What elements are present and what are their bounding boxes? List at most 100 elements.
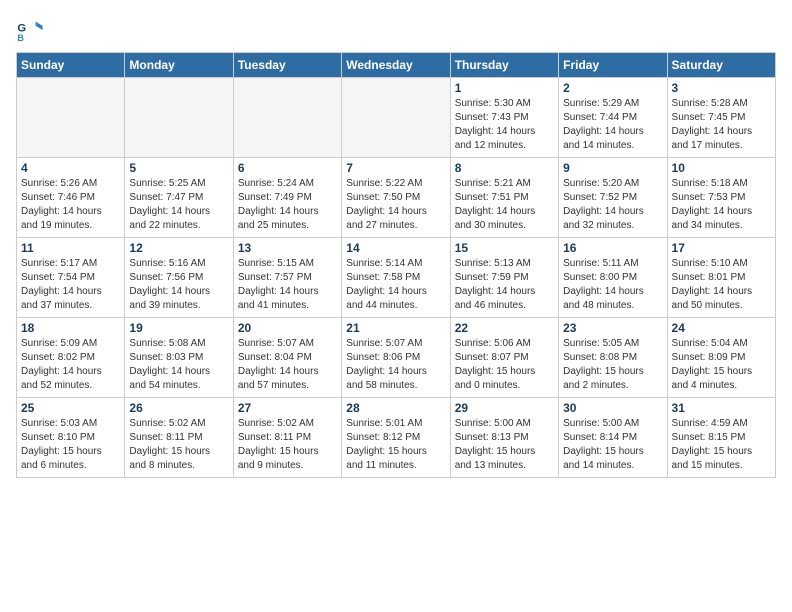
day-info: Sunrise: 5:25 AMSunset: 7:47 PMDaylight:… <box>129 177 228 233</box>
day-number: 25 <box>21 401 120 415</box>
day-info: Sunrise: 5:18 AMSunset: 7:53 PMDaylight:… <box>672 177 771 233</box>
day-header-saturday: Saturday <box>667 53 775 78</box>
day-header-friday: Friday <box>559 53 667 78</box>
day-cell: 22 Sunrise: 5:06 AMSunset: 8:07 PMDayligh… <box>450 318 558 398</box>
day-cell: 23 Sunrise: 5:05 AMSunset: 8:08 PMDayligh… <box>559 318 667 398</box>
day-cell: 10 Sunrise: 5:18 AMSunset: 7:53 PMDayligh… <box>667 158 775 238</box>
day-cell: 4Sunrise: 5:26 AMSunset: 7:46 PMDaylight… <box>17 158 125 238</box>
day-cell: 31Sunrise: 4:59 AMSunset: 8:15 PMDayligh… <box>667 398 775 478</box>
day-cell: 8 Sunrise: 5:21 AMSunset: 7:51 PMDaylight… <box>450 158 558 238</box>
day-info: Sunrise: 5:01 AMSunset: 8:12 PMDaylight:… <box>346 417 445 473</box>
day-number: 27 <box>238 401 337 415</box>
day-cell: 3 Sunrise: 5:28 AMSunset: 7:45 PMDaylight… <box>667 78 775 158</box>
day-number: 11 <box>21 241 120 255</box>
day-info: Sunrise: 5:06 AMSunset: 8:07 PMDaylight:… <box>455 337 554 393</box>
day-number: 8 <box>455 161 554 175</box>
day-cell: 2Sunrise: 5:29 AMSunset: 7:44 PMDaylight… <box>559 78 667 158</box>
day-cell: 30 Sunrise: 5:00 AMSunset: 8:14 PMDayligh… <box>559 398 667 478</box>
day-cell: 7 Sunrise: 5:22 AMSunset: 7:50 PMDaylight… <box>342 158 450 238</box>
day-info: Sunrise: 5:29 AMSunset: 7:44 PMDaylight:… <box>563 97 662 153</box>
day-cell: 20 Sunrise: 5:07 AMSunset: 8:04 PMDayligh… <box>233 318 341 398</box>
day-cell: 29 Sunrise: 5:00 AMSunset: 8:13 PMDayligh… <box>450 398 558 478</box>
day-info: Sunrise: 5:00 AMSunset: 8:13 PMDaylight:… <box>455 417 554 473</box>
day-number: 10 <box>672 161 771 175</box>
day-number: 23 <box>563 321 662 335</box>
day-number: 15 <box>455 241 554 255</box>
calendar-header-row: SundayMondayTuesdayWednesdayThursdayFrid… <box>17 53 776 78</box>
day-cell: 13Sunrise: 5:15 AMSunset: 7:57 PMDayligh… <box>233 238 341 318</box>
day-info: Sunrise: 5:00 AMSunset: 8:14 PMDaylight:… <box>563 417 662 473</box>
day-number: 1 <box>455 81 554 95</box>
day-info: Sunrise: 5:11 AMSunset: 8:00 PMDaylight:… <box>563 257 662 313</box>
day-cell: 25Sunrise: 5:03 AMSunset: 8:10 PMDayligh… <box>17 398 125 478</box>
day-number: 22 <box>455 321 554 335</box>
day-number: 12 <box>129 241 228 255</box>
day-info: Sunrise: 5:14 AMSunset: 7:58 PMDaylight:… <box>346 257 445 313</box>
day-number: 30 <box>563 401 662 415</box>
day-cell: 18 Sunrise: 5:09 AMSunset: 8:02 PMDayligh… <box>17 318 125 398</box>
week-row-2: 4Sunrise: 5:26 AMSunset: 7:46 PMDaylight… <box>17 158 776 238</box>
day-number: 7 <box>346 161 445 175</box>
day-info: Sunrise: 5:17 AMSunset: 7:54 PMDaylight:… <box>21 257 120 313</box>
day-info: Sunrise: 5:22 AMSunset: 7:50 PMDaylight:… <box>346 177 445 233</box>
day-cell: 15 Sunrise: 5:13 AMSunset: 7:59 PMDayligh… <box>450 238 558 318</box>
day-cell: 19 Sunrise: 5:08 AMSunset: 8:03 PMDayligh… <box>125 318 233 398</box>
day-info: Sunrise: 5:09 AMSunset: 8:02 PMDaylight:… <box>21 337 120 393</box>
day-cell <box>233 78 341 158</box>
logo-icon: G B <box>16 16 44 44</box>
day-info: Sunrise: 5:07 AMSunset: 8:06 PMDaylight:… <box>346 337 445 393</box>
svg-text:B: B <box>17 33 24 43</box>
day-cell: 16 Sunrise: 5:11 AMSunset: 8:00 PMDayligh… <box>559 238 667 318</box>
day-cell: 6 Sunrise: 5:24 AMSunset: 7:49 PMDaylight… <box>233 158 341 238</box>
day-cell <box>17 78 125 158</box>
day-header-monday: Monday <box>125 53 233 78</box>
week-row-5: 25Sunrise: 5:03 AMSunset: 8:10 PMDayligh… <box>17 398 776 478</box>
day-number: 21 <box>346 321 445 335</box>
week-row-1: 1 Sunrise: 5:30 AMSunset: 7:43 PMDaylight… <box>17 78 776 158</box>
day-info: Sunrise: 5:26 AMSunset: 7:46 PMDaylight:… <box>21 177 120 233</box>
day-info: Sunrise: 5:10 AMSunset: 8:01 PMDaylight:… <box>672 257 771 313</box>
day-info: Sunrise: 5:16 AMSunset: 7:56 PMDaylight:… <box>129 257 228 313</box>
day-info: Sunrise: 5:21 AMSunset: 7:51 PMDaylight:… <box>455 177 554 233</box>
day-number: 14 <box>346 241 445 255</box>
day-info: Sunrise: 5:20 AMSunset: 7:52 PMDaylight:… <box>563 177 662 233</box>
day-number: 29 <box>455 401 554 415</box>
day-cell: 28 Sunrise: 5:01 AMSunset: 8:12 PMDayligh… <box>342 398 450 478</box>
day-info: Sunrise: 5:05 AMSunset: 8:08 PMDaylight:… <box>563 337 662 393</box>
day-number: 9 <box>563 161 662 175</box>
day-number: 18 <box>21 321 120 335</box>
day-cell: 27 Sunrise: 5:02 AMSunset: 8:11 PMDayligh… <box>233 398 341 478</box>
calendar-body: 1 Sunrise: 5:30 AMSunset: 7:43 PMDaylight… <box>17 78 776 478</box>
day-info: Sunrise: 5:07 AMSunset: 8:04 PMDaylight:… <box>238 337 337 393</box>
logo: G B <box>16 16 46 44</box>
day-cell: 14 Sunrise: 5:14 AMSunset: 7:58 PMDayligh… <box>342 238 450 318</box>
day-info: Sunrise: 5:04 AMSunset: 8:09 PMDaylight:… <box>672 337 771 393</box>
day-info: Sunrise: 5:30 AMSunset: 7:43 PMDaylight:… <box>455 97 554 153</box>
day-info: Sunrise: 5:02 AMSunset: 8:11 PMDaylight:… <box>238 417 337 473</box>
day-info: Sunrise: 5:13 AMSunset: 7:59 PMDaylight:… <box>455 257 554 313</box>
day-number: 19 <box>129 321 228 335</box>
day-info: Sunrise: 5:28 AMSunset: 7:45 PMDaylight:… <box>672 97 771 153</box>
day-cell: 11 Sunrise: 5:17 AMSunset: 7:54 PMDayligh… <box>17 238 125 318</box>
day-number: 3 <box>672 81 771 95</box>
day-number: 20 <box>238 321 337 335</box>
day-header-sunday: Sunday <box>17 53 125 78</box>
day-number: 5 <box>129 161 228 175</box>
day-cell <box>342 78 450 158</box>
day-info: Sunrise: 5:08 AMSunset: 8:03 PMDaylight:… <box>129 337 228 393</box>
day-number: 31 <box>672 401 771 415</box>
day-info: Sunrise: 5:15 AMSunset: 7:57 PMDaylight:… <box>238 257 337 313</box>
day-header-tuesday: Tuesday <box>233 53 341 78</box>
day-cell: 21 Sunrise: 5:07 AMSunset: 8:06 PMDayligh… <box>342 318 450 398</box>
day-header-thursday: Thursday <box>450 53 558 78</box>
day-cell: 9 Sunrise: 5:20 AMSunset: 7:52 PMDaylight… <box>559 158 667 238</box>
day-cell: 26Sunrise: 5:02 AMSunset: 8:11 PMDayligh… <box>125 398 233 478</box>
day-cell: 24 Sunrise: 5:04 AMSunset: 8:09 PMDayligh… <box>667 318 775 398</box>
day-cell: 1 Sunrise: 5:30 AMSunset: 7:43 PMDaylight… <box>450 78 558 158</box>
day-info: Sunrise: 5:24 AMSunset: 7:49 PMDaylight:… <box>238 177 337 233</box>
day-number: 16 <box>563 241 662 255</box>
day-number: 28 <box>346 401 445 415</box>
day-number: 6 <box>238 161 337 175</box>
day-cell <box>125 78 233 158</box>
day-number: 24 <box>672 321 771 335</box>
